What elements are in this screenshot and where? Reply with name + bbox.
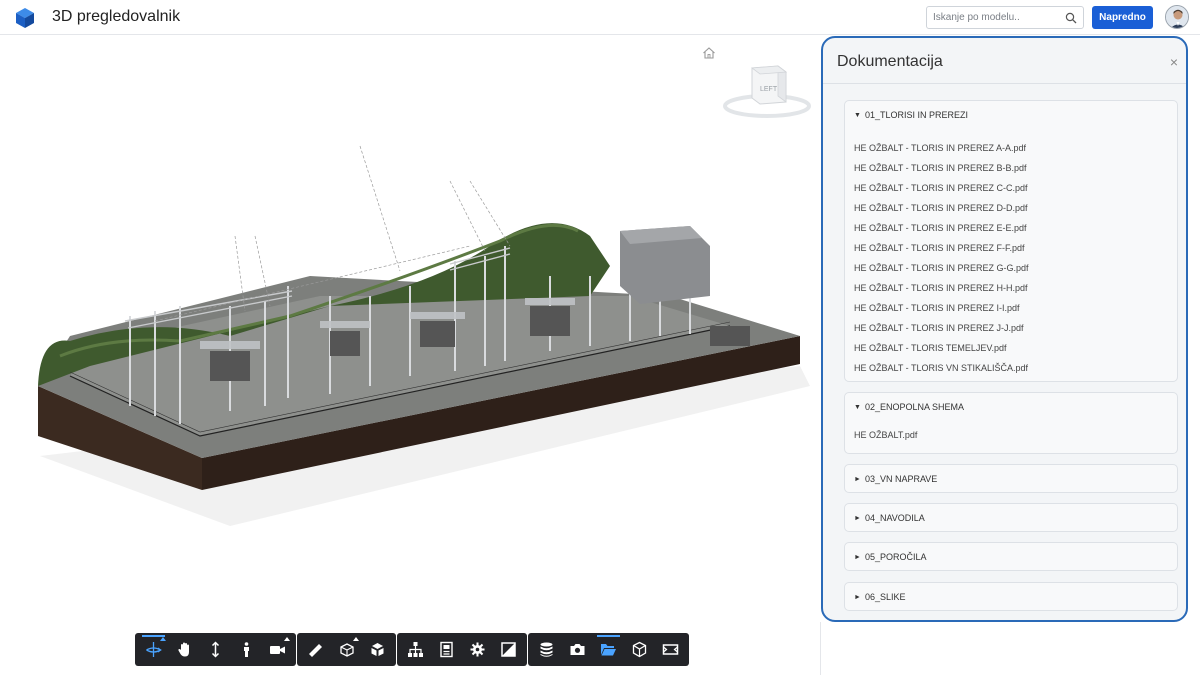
documents-button[interactable] — [593, 635, 624, 664]
folder-label: 02_ENOPOLNA SHEMA — [864, 402, 964, 412]
model-tools-group — [397, 633, 527, 666]
file-item[interactable]: HE OŽBALT - TLORIS VN STIKALIŠČA.pdf — [845, 358, 1177, 378]
substation-3d-model[interactable] — [30, 136, 820, 536]
first-person-button[interactable] — [231, 635, 262, 664]
section-button[interactable] — [331, 635, 362, 664]
pan-button[interactable] — [169, 635, 200, 664]
search-icon[interactable] — [1065, 12, 1077, 24]
folder-navodila[interactable]: ► 04_NAVODILA — [844, 503, 1178, 532]
fullscreen-button[interactable] — [493, 635, 524, 664]
cube-view-button[interactable] — [624, 635, 655, 664]
screenshot-button[interactable] — [562, 635, 593, 664]
folder-label: 04_NAVODILA — [864, 513, 925, 523]
zoom-button[interactable] — [200, 635, 231, 664]
caret-right-icon: ► — [854, 553, 861, 561]
settings-icon — [470, 642, 485, 657]
documentation-panel: Dokumentacija × ▼ 01_TLORISI IN PREREZI … — [821, 36, 1188, 622]
caret-down-icon: ▼ — [854, 111, 861, 119]
documents-folder-icon — [601, 644, 616, 656]
file-item[interactable]: HE OŽBALT.pdf — [845, 425, 1177, 445]
orbit-button[interactable] — [138, 635, 169, 664]
top-bar: 3D pregledovalnik Napredno — [0, 0, 1200, 35]
settings-button[interactable] — [462, 635, 493, 664]
model-browser-icon — [408, 642, 423, 657]
panel-header: Dokumentacija × — [823, 38, 1186, 84]
file-item[interactable]: HE OŽBALT - TLORIS IN PREREZ D-D.pdf — [845, 198, 1177, 218]
cube-icon — [632, 641, 647, 658]
file-item[interactable]: HE OŽBALT - TLORIS IN PREREZ H-H.pdf — [845, 278, 1177, 298]
cube-logo-icon — [16, 8, 34, 28]
folder-header[interactable]: ▼ 01_TLORISI IN PREREZI — [845, 101, 1177, 129]
zoom-icon — [211, 641, 220, 658]
file-item[interactable]: HE OŽBALT - TLORIS IN PREREZ C-C.pdf — [845, 178, 1177, 198]
view-frame-button[interactable] — [655, 635, 686, 664]
folder-tlorisi-in-prerezi: ▼ 01_TLORISI IN PREREZI HE OŽBALT - TLOR… — [844, 100, 1178, 382]
folder-porocila[interactable]: ► 05_POROČILA — [844, 542, 1178, 571]
file-item[interactable]: HE OŽBALT - TLORIS IN PREREZ F-F.pdf — [845, 238, 1177, 258]
measure-icon — [309, 644, 322, 657]
folder-header[interactable]: ► 05_POROČILA — [845, 543, 1177, 571]
search-input[interactable] — [927, 7, 1057, 28]
folder-label: 03_VN NAPRAVE — [864, 474, 938, 484]
advanced-button[interactable]: Napredno — [1092, 6, 1153, 29]
caret-right-icon: ► — [854, 475, 861, 483]
layers-icon — [540, 642, 553, 657]
user-avatar-icon — [1166, 6, 1188, 28]
file-item[interactable]: HE OŽBALT - TLORIS IN PREREZ I-I.pdf — [845, 298, 1177, 318]
properties-icon — [440, 641, 453, 658]
folder-label: 01_TLORISI IN PREREZI — [864, 110, 968, 120]
caret-right-icon: ► — [854, 593, 861, 601]
orbit-icon — [146, 642, 162, 657]
view-icon — [662, 644, 679, 655]
properties-button[interactable] — [431, 635, 462, 664]
folder-label: 05_POROČILA — [864, 552, 927, 562]
caret-right-icon: ► — [854, 514, 861, 522]
folder-enopolna-shema: ▼ 02_ENOPOLNA SHEMA HE OŽBALT.pdf — [844, 392, 1178, 454]
folder-header[interactable]: ► 04_NAVODILA — [845, 504, 1177, 532]
file-item[interactable]: HE OŽBALT - TLORIS IN PREREZ A-A.pdf — [845, 138, 1177, 158]
file-list: HE OŽBALT - TLORIS IN PREREZ A-A.pdf HE … — [845, 129, 1177, 378]
camera-button[interactable] — [262, 635, 293, 664]
explode-button[interactable] — [362, 635, 393, 664]
search-box[interactable] — [926, 6, 1084, 29]
file-item[interactable]: HE OŽBALT - TLORIS TEMELJEV.pdf — [845, 338, 1177, 358]
close-icon[interactable]: × — [1170, 54, 1178, 70]
fullscreen-icon — [501, 642, 516, 657]
file-item[interactable]: HE OŽBALT - TLORIS IN PREREZ G-G.pdf — [845, 258, 1177, 278]
layers-button[interactable] — [531, 635, 562, 664]
file-item[interactable]: HE OŽBALT - TLORIS IN PREREZ J-J.pdf — [845, 318, 1177, 338]
navigation-tools-group — [135, 633, 296, 666]
measure-button[interactable] — [300, 635, 331, 664]
folder-slike[interactable]: ► 06_SLIKE — [844, 582, 1178, 611]
viewcube[interactable]: LEFT — [722, 62, 812, 122]
explode-icon — [371, 643, 384, 656]
folder-header[interactable]: ► 03_VN NAPRAVE — [845, 465, 1177, 493]
file-list: HE OŽBALT.pdf — [845, 421, 1177, 445]
home-icon[interactable] — [702, 46, 716, 60]
pan-hand-icon — [178, 642, 189, 657]
camera-icon — [270, 646, 285, 654]
folder-header[interactable]: ► 06_SLIKE — [845, 583, 1177, 611]
folder-label: 06_SLIKE — [864, 592, 906, 602]
file-item[interactable]: HE OŽBALT - TLORIS IN PREREZ B-B.pdf — [845, 158, 1177, 178]
section-icon — [340, 643, 354, 657]
panel-title: Dokumentacija — [837, 53, 943, 70]
analysis-tools-group — [297, 633, 396, 666]
folder-vn-naprave[interactable]: ► 03_VN NAPRAVE — [844, 464, 1178, 493]
folder-header[interactable]: ▼ 02_ENOPOLNA SHEMA — [845, 393, 1177, 421]
first-person-icon — [244, 642, 249, 657]
caret-down-icon: ▼ — [854, 403, 861, 411]
avatar[interactable] — [1165, 5, 1189, 29]
file-item[interactable]: HE OŽBALT - TLORIS IN PREREZ E-E.pdf — [845, 218, 1177, 238]
extension-tools-group — [528, 633, 689, 666]
3d-viewport[interactable]: LEFT — [0, 36, 820, 675]
model-browser-button[interactable] — [400, 635, 431, 664]
screenshot-icon — [570, 644, 585, 655]
viewcube-face-label: LEFT — [760, 86, 778, 93]
app-title: 3D pregledovalnik — [52, 8, 181, 25]
panel-divider — [820, 622, 821, 675]
